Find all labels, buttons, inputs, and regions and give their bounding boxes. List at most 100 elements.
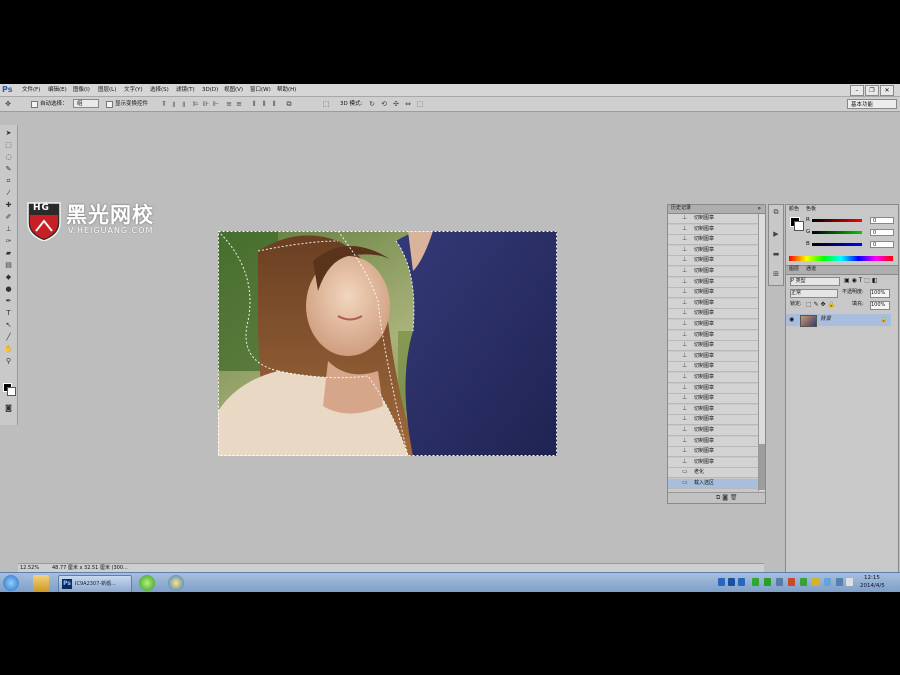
menu-type[interactable]: 文字(Y) <box>124 86 143 94</box>
history-item[interactable]: ⊥ 切制图章 <box>668 436 758 447</box>
restore-button[interactable]: ❐ <box>865 85 879 96</box>
channel-g-slider[interactable] <box>812 231 862 234</box>
align-right-icon[interactable]: ⊩ <box>212 100 220 108</box>
move-tool-preset-icon[interactable]: ✥ <box>4 100 12 108</box>
channel-b-slider[interactable] <box>812 243 862 246</box>
history-item[interactable]: ⊥ 切制图章 <box>668 288 758 299</box>
actions-play-icon[interactable]: ▶ <box>771 229 781 239</box>
minimize-button[interactable]: – <box>850 85 864 96</box>
3d-scale-icon[interactable]: ⬚ <box>416 100 424 108</box>
history-brush-tool-icon[interactable]: ✑ <box>3 236 14 246</box>
history-item[interactable]: ⊥ 切制图章 <box>668 447 758 458</box>
distribute-left-icon[interactable]: ⦀ <box>250 100 258 108</box>
history-item[interactable]: ⊥ 切制图章 <box>668 383 758 394</box>
history-item[interactable]: ⊥ 切制图章 <box>668 341 758 352</box>
browser-icon[interactable] <box>168 575 184 591</box>
history-item[interactable]: ⊥ 切制图章 <box>668 267 758 277</box>
align-hcenter-icon[interactable]: ⊪ <box>202 100 210 108</box>
dodge-tool-icon[interactable]: ● <box>3 284 14 294</box>
tab-layers[interactable]: 图层 <box>789 266 799 273</box>
eye-icon[interactable]: ◉ <box>789 316 794 323</box>
menu-select[interactable]: 选择(S) <box>150 86 169 94</box>
zoom-tool-icon[interactable]: ⚲ <box>3 356 14 366</box>
background-color-swatch[interactable] <box>7 387 16 396</box>
menu-layer[interactable]: 图层(L) <box>98 86 116 94</box>
3d-pan-icon[interactable]: ✣ <box>392 100 400 108</box>
properties-panel-icon[interactable]: ⊞ <box>771 269 781 279</box>
distribute-right-icon[interactable]: ⦀ <box>270 100 278 108</box>
clone-stamp-tool-icon[interactable]: ⊥ <box>3 224 14 234</box>
distribute-top-icon[interactable]: ≡ <box>225 100 233 108</box>
history-item[interactable]: ⊥ 切制图章 <box>668 351 758 362</box>
channel-r-slider[interactable] <box>812 219 862 222</box>
history-item[interactable]: ▭ 老化 <box>668 468 758 479</box>
history-item[interactable]: ⊥ 切制图章 <box>668 214 758 224</box>
menu-edit[interactable]: 编辑(E) <box>48 86 67 94</box>
clock-time[interactable]: 12:15 <box>864 575 880 582</box>
menu-image[interactable]: 图像(I) <box>73 86 90 94</box>
3d-roll-icon[interactable]: ⟲ <box>380 100 388 108</box>
tray-icon-7[interactable] <box>788 578 795 586</box>
tray-icon-5[interactable] <box>764 578 771 586</box>
history-item[interactable]: ⊥ 切制图章 <box>668 298 758 309</box>
start-button[interactable] <box>3 575 19 591</box>
layer-name[interactable]: 背景 <box>820 316 831 323</box>
menu-filter[interactable]: 滤镜(T) <box>176 86 195 94</box>
tab-history[interactable]: 历史记录 <box>671 205 691 212</box>
history-panel-icon[interactable]: ⧉ <box>771 207 781 217</box>
menu-help[interactable]: 帮助(H) <box>277 86 296 94</box>
align-top-icon[interactable]: ⫪ <box>160 100 168 108</box>
gradient-tool-icon[interactable]: ▤ <box>3 260 14 270</box>
close-button[interactable]: ✕ <box>880 85 894 96</box>
clock-date[interactable]: 2014/4/5 <box>860 583 885 590</box>
show-transform-checkbox[interactable] <box>106 101 113 108</box>
auto-select-checkbox[interactable] <box>31 101 38 108</box>
history-item[interactable]: ⊥ 切制图章 <box>668 404 758 415</box>
network-icon[interactable] <box>824 578 831 586</box>
history-item[interactable]: ⊥ 切制图章 <box>668 394 758 405</box>
distribute-hcenter-icon[interactable]: ⦀ <box>260 100 268 108</box>
distribute-vcenter-icon[interactable]: ≡ <box>235 100 243 108</box>
history-item[interactable]: ⊥ 切制图章 <box>668 256 758 267</box>
history-item[interactable]: ⊥ 切制图章 <box>668 224 758 235</box>
brush-tool-icon[interactable]: ✐ <box>3 212 14 222</box>
history-item[interactable]: ⊥ 切制图章 <box>668 235 758 246</box>
quick-mask-icon[interactable]: ◙ <box>3 403 14 413</box>
menu-file[interactable]: 文件(F) <box>22 86 40 94</box>
blur-tool-icon[interactable]: ◆ <box>3 272 14 282</box>
path-select-tool-icon[interactable]: ↖ <box>3 320 14 330</box>
panel-collapse-icon[interactable]: » <box>757 205 761 213</box>
tray-icon-2[interactable] <box>728 578 735 586</box>
3d-rotate-icon[interactable]: ↻ <box>368 100 376 108</box>
history-item[interactable]: ⊥ 切制图章 <box>668 373 758 383</box>
tray-icon-3[interactable] <box>738 578 745 586</box>
menu-view[interactable]: 视图(V) <box>224 86 243 94</box>
align-bottom-icon[interactable]: ⫫ <box>180 100 188 108</box>
history-item[interactable]: ⊥ 切制图章 <box>668 362 758 373</box>
shape-tool-icon[interactable]: ╱ <box>3 332 14 342</box>
history-scroll-thumb[interactable] <box>759 444 765 490</box>
zoom-level[interactable]: 12.52% <box>20 564 39 572</box>
menu-3d[interactable]: 3D(D) <box>202 86 218 94</box>
tray-icon-8[interactable] <box>800 578 807 586</box>
tray-icon-4[interactable] <box>752 578 759 586</box>
auto-align-icon[interactable]: ⧉ <box>285 100 293 108</box>
eyedropper-tool-icon[interactable]: ⁄ <box>3 188 14 198</box>
lock-icons[interactable]: ⬚ ✎ ✥ 🔒 <box>806 301 835 308</box>
move-tool-icon[interactable]: ➤ <box>3 128 14 138</box>
history-item[interactable]: ⊥ 切制图章 <box>668 277 758 288</box>
tab-swatches[interactable]: 色板 <box>806 206 816 213</box>
history-item[interactable]: ⊥ 切制图章 <box>668 415 758 426</box>
history-item[interactable]: ⊥ 切制图章 <box>668 245 758 256</box>
channel-b-value[interactable]: 0 <box>870 241 894 248</box>
color-bg-swatch[interactable] <box>794 221 804 231</box>
history-footer-icons[interactable]: ⧉ ◙ 🗑 <box>716 494 738 502</box>
history-item[interactable]: ⊥ 切制图章 <box>668 457 758 468</box>
brush-preset-icon[interactable]: ▬ <box>771 249 781 259</box>
history-item[interactable]: ▭ 载入选区 <box>668 479 758 489</box>
explorer-icon[interactable] <box>33 575 49 591</box>
align-left-icon[interactable]: ⊫ <box>192 100 200 108</box>
type-tool-icon[interactable]: T <box>3 308 14 318</box>
layer-kind-filter[interactable]: P 类型 <box>790 277 840 286</box>
workspace-switcher[interactable]: 基本功能 <box>847 99 897 109</box>
